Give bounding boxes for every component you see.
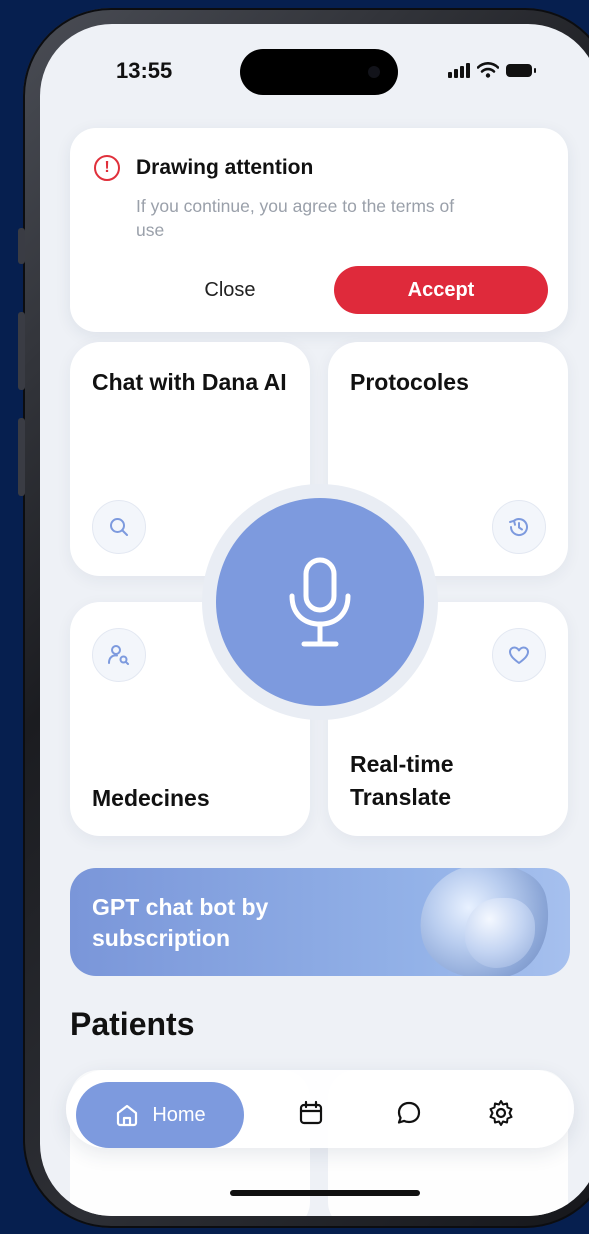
microphone-icon [289, 557, 351, 647]
microphone-button[interactable] [216, 498, 424, 706]
translate-tile-title: Real-time Translate [350, 751, 454, 810]
chat-bubble-icon [397, 1101, 421, 1124]
tab-calendar[interactable] [296, 1098, 326, 1128]
volume-up-button [18, 312, 25, 390]
wifi-icon [477, 62, 499, 78]
accept-button[interactable]: Accept [334, 266, 548, 314]
patients-section-title: Patients [70, 1006, 195, 1042]
screen: 13:55 ! Drawing attention If you continu… [40, 24, 589, 1216]
home-indicator [230, 1190, 420, 1196]
tab-bar: Home [66, 1070, 574, 1148]
search-icon [92, 500, 146, 554]
home-icon [117, 1104, 138, 1127]
heart-icon [492, 628, 546, 682]
status-bar: 13:55 [40, 24, 589, 114]
alert-message: If you continue, you agree to the terms … [136, 196, 455, 240]
battery-icon [506, 63, 536, 77]
volume-down-button [18, 418, 25, 496]
close-button[interactable]: Close [140, 266, 320, 314]
tab-home[interactable]: Home [76, 1082, 244, 1148]
chat-tile-title: Chat with Dana AI [92, 369, 287, 395]
signal-icon [448, 62, 470, 78]
status-time: 13:55 [116, 58, 173, 83]
alert-circle-icon: ! [94, 155, 120, 181]
subscription-promo-banner[interactable]: GPT chat bot by subscription [70, 868, 570, 976]
protocols-tile-title: Protocoles [350, 369, 469, 395]
tab-settings[interactable] [486, 1098, 516, 1128]
mute-switch [18, 228, 25, 264]
history-icon [492, 500, 546, 554]
medicines-tile-title: Medecines [92, 785, 210, 811]
promo-text: GPT chat bot by subscription [92, 894, 269, 951]
attention-alert: ! Drawing attention If you continue, you… [70, 128, 568, 332]
dynamic-island [240, 49, 398, 95]
calendar-icon [299, 1100, 323, 1125]
tab-home-label: Home [152, 1103, 206, 1126]
status-icons [448, 62, 536, 78]
tab-chat[interactable] [394, 1098, 424, 1128]
gear-icon [489, 1100, 513, 1126]
user-search-icon [92, 628, 146, 682]
alert-title: Drawing attention [136, 156, 314, 179]
